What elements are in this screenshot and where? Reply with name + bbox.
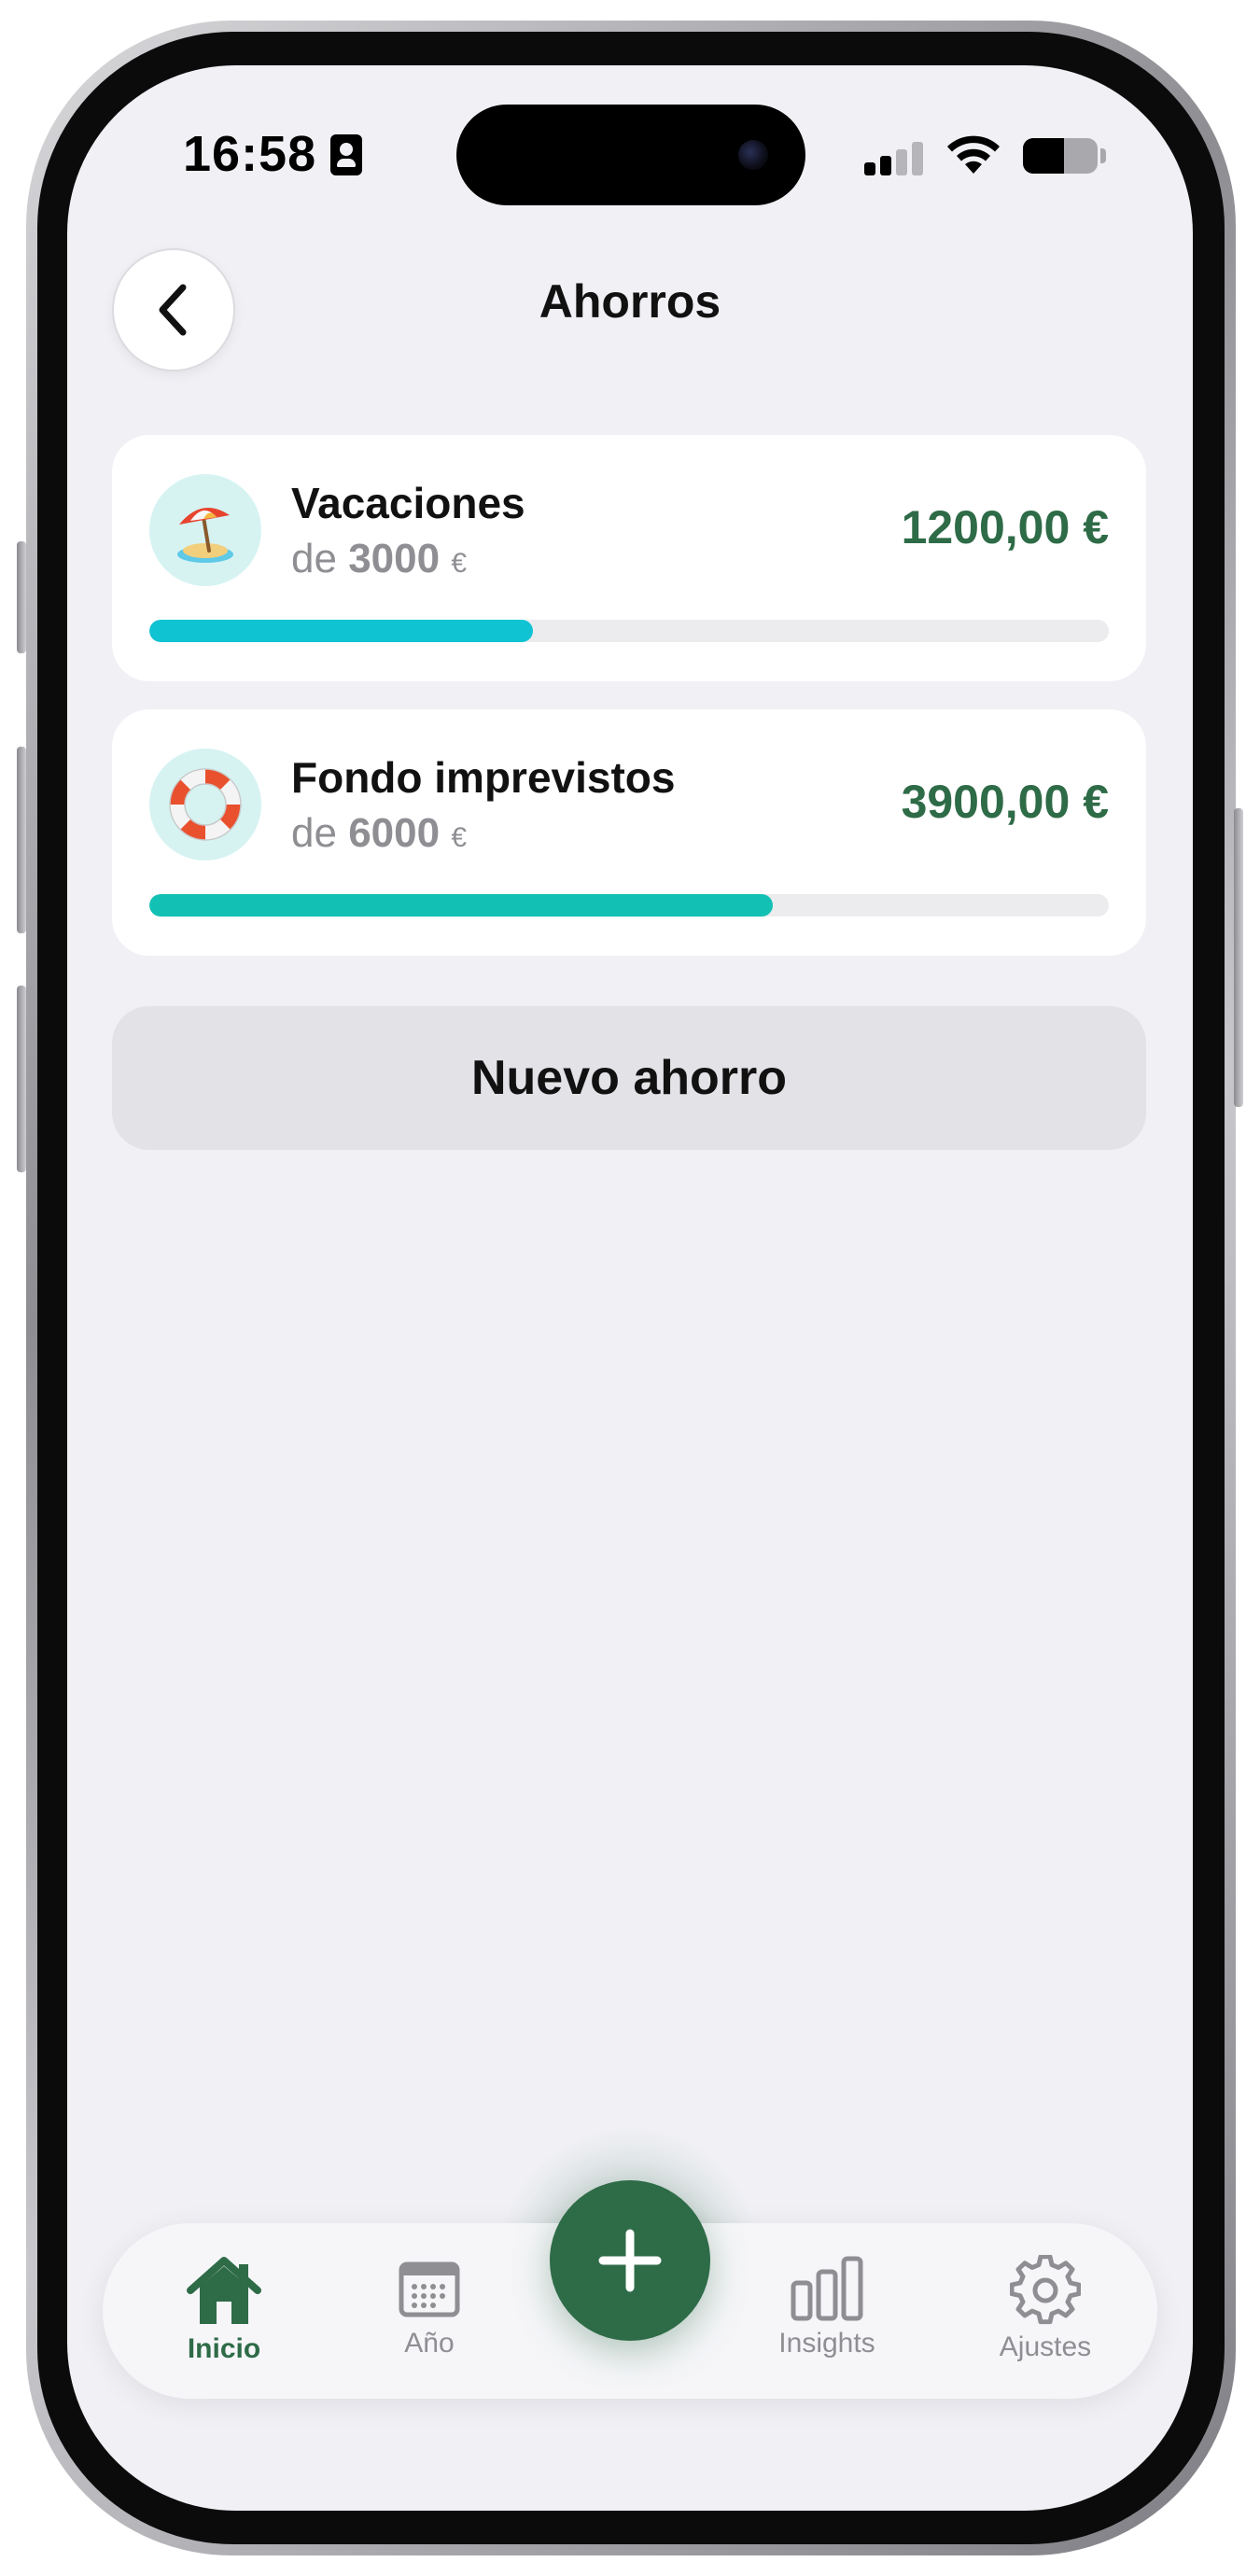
tab-ano[interactable]: Año [336,2223,523,2399]
add-button[interactable] [550,2180,710,2341]
power-button [1234,808,1243,1107]
gear-icon [1010,2255,1081,2325]
savings-card[interactable]: Vacaciones de 3000 € 1200,00 € [112,435,1146,681]
battery-tip [1100,148,1106,163]
target-value: 3000 [348,536,441,581]
tab-label: Inicio [187,2333,261,2364]
tab-ajustes[interactable]: Ajustes [952,2223,1139,2399]
battery-icon [1023,138,1098,174]
tab-insights[interactable]: Insights [734,2223,920,2399]
target-value: 6000 [348,810,441,856]
tab-label: Año [404,2328,455,2359]
savings-target: de 6000 € [291,810,467,857]
target-prefix: de [291,536,337,581]
progress-track [149,620,1109,642]
app-screen: 16:58 Ahorros Vacaciones de 3000 € 1200,… [67,65,1193,2511]
battery-level [1023,138,1064,174]
new-saving-button[interactable]: Nuevo ahorro [112,1006,1146,1150]
bar-chart-icon [791,2256,863,2321]
volume-down-button [17,986,26,1172]
target-prefix: de [291,810,337,856]
contact-card-icon [330,134,362,175]
savings-target: de 3000 € [291,536,467,582]
target-currency: € [451,822,467,853]
dynamic-island [456,105,805,205]
savings-name: Vacaciones [291,479,525,527]
status-time: 16:58 [183,126,317,182]
cellular-signal-icon [864,142,926,175]
action-button [17,541,26,653]
target-currency: € [451,548,467,579]
progress-track [149,894,1109,917]
savings-amount: 1200,00 € [901,501,1109,553]
calendar-icon [399,2261,460,2317]
tab-label: Ajustes [999,2331,1092,2362]
savings-card[interactable]: Fondo imprevistos de 6000 € 3900,00 € [112,709,1146,956]
progress-fill [149,894,774,917]
beach-umbrella-island-icon [177,508,233,563]
home-icon [187,2257,261,2324]
volume-up-button [17,747,26,933]
plus-icon [598,2229,662,2292]
page-title: Ahorros [539,275,721,328]
desert-island-icon [149,474,261,586]
wifi-icon [947,135,1000,174]
ring-buoy-icon [149,749,261,861]
lifebuoy-icon [169,768,242,841]
tab-inicio[interactable]: Inicio [131,2223,317,2399]
savings-amount: 3900,00 € [901,776,1109,828]
tab-label: Insights [778,2328,875,2359]
front-camera [738,140,768,170]
progress-fill [149,620,534,642]
savings-name: Fondo imprevistos [291,753,676,802]
